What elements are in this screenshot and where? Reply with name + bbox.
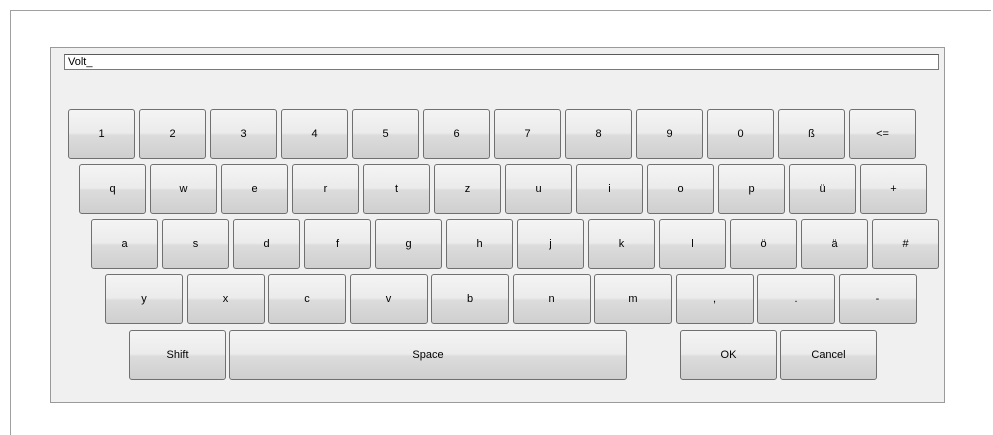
key-1-9[interactable]: p xyxy=(718,164,785,214)
key-1-7[interactable]: i xyxy=(576,164,643,214)
key-3-7[interactable]: , xyxy=(675,274,754,324)
space-key[interactable]: Space xyxy=(229,330,627,380)
key-1-4[interactable]: t xyxy=(363,164,430,214)
key-2-8[interactable]: l xyxy=(659,219,726,269)
key-1-11[interactable]: + xyxy=(860,164,927,214)
key-1-8[interactable]: o xyxy=(647,164,714,214)
key-3-6[interactable]: m xyxy=(594,274,672,324)
key-3-0[interactable]: y xyxy=(105,274,183,324)
ok-key[interactable]: OK xyxy=(680,330,777,380)
key-2-7[interactable]: k xyxy=(588,219,655,269)
key-2-0[interactable]: a xyxy=(91,219,158,269)
key-3-4[interactable]: b xyxy=(431,274,509,324)
key-3-3[interactable]: v xyxy=(349,274,428,324)
key-2-5[interactable]: h xyxy=(446,219,513,269)
key-1-1[interactable]: w xyxy=(150,164,217,214)
key-0-8[interactable]: 9 xyxy=(636,109,703,159)
cancel-key[interactable]: Cancel xyxy=(780,330,877,380)
key-1-6[interactable]: u xyxy=(505,164,572,214)
key-0-2[interactable]: 3 xyxy=(210,109,277,159)
key-3-1[interactable]: x xyxy=(186,274,265,324)
key-3-5[interactable]: n xyxy=(512,274,591,324)
key-1-0[interactable]: q xyxy=(79,164,146,214)
key-2-9[interactable]: ö xyxy=(730,219,797,269)
key-2-1[interactable]: s xyxy=(162,219,229,269)
text-input[interactable]: Volt_ xyxy=(64,54,939,70)
key-3-2[interactable]: c xyxy=(268,274,346,324)
key-0-3[interactable]: 4 xyxy=(281,109,348,159)
key-0-10[interactable]: ß xyxy=(778,109,845,159)
key-2-11[interactable]: # xyxy=(872,219,939,269)
key-3-8[interactable]: . xyxy=(757,274,835,324)
key-0-9[interactable]: 0 xyxy=(707,109,774,159)
key-0-5[interactable]: 6 xyxy=(423,109,490,159)
key-1-2[interactable]: e xyxy=(221,164,288,214)
shift-key[interactable]: Shift xyxy=(129,330,226,380)
key-0-1[interactable]: 2 xyxy=(139,109,206,159)
key-2-2[interactable]: d xyxy=(233,219,300,269)
key-0-7[interactable]: 8 xyxy=(565,109,632,159)
key-1-5[interactable]: z xyxy=(434,164,501,214)
key-2-6[interactable]: j xyxy=(517,219,584,269)
key-0-11[interactable]: <= xyxy=(849,109,916,159)
key-0-0[interactable]: 1 xyxy=(68,109,135,159)
key-0-4[interactable]: 5 xyxy=(352,109,419,159)
key-2-10[interactable]: ä xyxy=(801,219,868,269)
key-1-3[interactable]: r xyxy=(292,164,359,214)
key-3-9[interactable]: - xyxy=(838,274,917,324)
key-0-6[interactable]: 7 xyxy=(494,109,561,159)
key-2-3[interactable]: f xyxy=(304,219,371,269)
key-1-10[interactable]: ü xyxy=(789,164,856,214)
key-2-4[interactable]: g xyxy=(375,219,442,269)
